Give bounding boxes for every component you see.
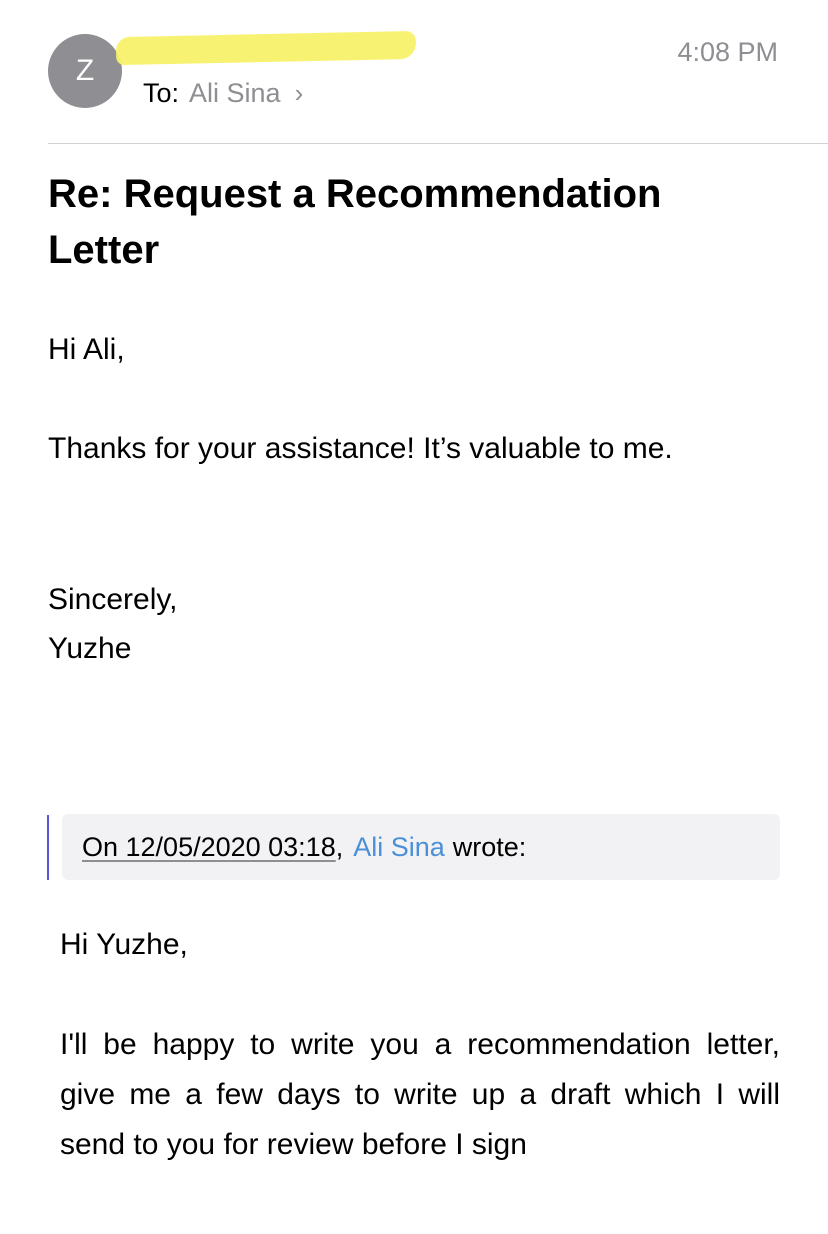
avatar-initial: Z [75, 54, 95, 87]
message-body: Thanks for your assistance! It’s valuabl… [48, 432, 673, 465]
quoted-greeting: Hi Yuzhe, [60, 928, 188, 961]
header-divider [48, 143, 828, 144]
recipient-row[interactable]: To: Ali Sina › [143, 78, 303, 109]
quote-author-link[interactable]: Ali Sina [353, 832, 445, 863]
quote-date-link[interactable]: On 12/05/2020 03:18 [82, 832, 336, 863]
quote-bar [47, 815, 49, 880]
message-greeting: Hi Ali, [48, 333, 125, 366]
email-subject: Re: Request a Recommendation Letter [48, 172, 662, 272]
sender-name-redacted [115, 30, 417, 66]
message-time: 4:08 PM [677, 37, 778, 67]
quote-wrote: wrote: [452, 831, 527, 862]
to-label: To: [143, 78, 180, 108]
message-signature: Yuzhe [48, 632, 132, 665]
quote-header: On 12/05/2020 03:18 , Ali Sina wrote: [62, 814, 780, 880]
recipient-name[interactable]: Ali Sina [189, 78, 281, 109]
quoted-body: I'll be happy to write you a recommendat… [60, 1028, 780, 1161]
message-closing: Sincerely, [48, 583, 178, 616]
sender-avatar[interactable]: Z [48, 34, 122, 108]
quote-separator: , [335, 831, 344, 862]
chevron-right-icon[interactable]: › [295, 78, 304, 109]
